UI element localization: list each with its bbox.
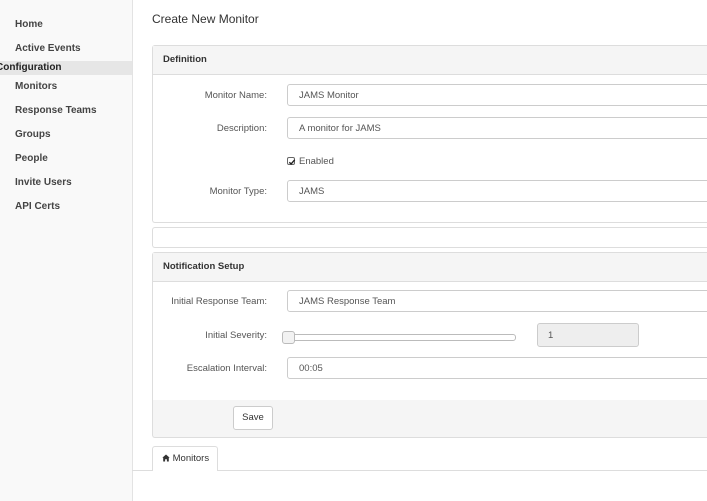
- home-icon: [162, 454, 170, 462]
- initial-team-label: Initial Response Team:: [171, 296, 267, 307]
- tab-monitors[interactable]: Monitors: [152, 446, 218, 471]
- checkmark-icon: [288, 159, 296, 166]
- initial-severity-label: Initial Severity:: [205, 330, 267, 341]
- initial-team-select[interactable]: JAMS Response Team: [287, 290, 707, 312]
- sidebar-item-people[interactable]: People: [15, 153, 48, 164]
- escalation-interval-label: Escalation Interval:: [186, 363, 267, 374]
- monitor-type-label: Monitor Type:: [209, 186, 267, 197]
- description-input[interactable]: A monitor for JAMS: [287, 117, 707, 139]
- tab-monitors-label: Monitors: [172, 453, 210, 464]
- sidebar-section-label: Configuration: [0, 62, 62, 73]
- sidebar-item-home[interactable]: Home: [15, 19, 43, 30]
- tab-divider: [132, 470, 707, 471]
- monitor-type-select[interactable]: JAMS: [287, 180, 707, 202]
- page-title: Create New Monitor: [152, 12, 259, 26]
- sidebar-item-response-teams[interactable]: Response Teams: [15, 105, 97, 116]
- sidebar-item-monitors[interactable]: Monitors: [15, 81, 57, 92]
- sidebar-item-api-certs[interactable]: API Certs: [15, 201, 60, 212]
- severity-slider-track[interactable]: [289, 334, 516, 341]
- sidebar-item-groups[interactable]: Groups: [15, 129, 51, 140]
- description-label: Description:: [216, 123, 267, 134]
- notification-panel-heading: Notification Setup: [153, 253, 707, 282]
- severity-value-field: 1: [537, 323, 639, 347]
- monitor-name-label: Monitor Name:: [204, 90, 267, 101]
- sidebar: Home Active Events Configuration Monitor…: [0, 0, 133, 501]
- definition-panel-heading: Definition: [153, 46, 707, 75]
- escalation-interval-input[interactable]: 00:05: [287, 357, 707, 379]
- severity-slider-handle[interactable]: [282, 331, 295, 344]
- sidebar-item-invite-users[interactable]: Invite Users: [15, 177, 72, 188]
- spacer-panel: [152, 227, 707, 248]
- monitor-name-input[interactable]: JAMS Monitor: [287, 84, 707, 106]
- sidebar-item-active-events[interactable]: Active Events: [15, 43, 81, 54]
- sidebar-section-configuration[interactable]: Configuration: [0, 61, 132, 75]
- enabled-label: Enabled: [299, 156, 334, 167]
- save-button[interactable]: Save: [233, 406, 273, 430]
- enabled-checkbox[interactable]: [287, 157, 296, 166]
